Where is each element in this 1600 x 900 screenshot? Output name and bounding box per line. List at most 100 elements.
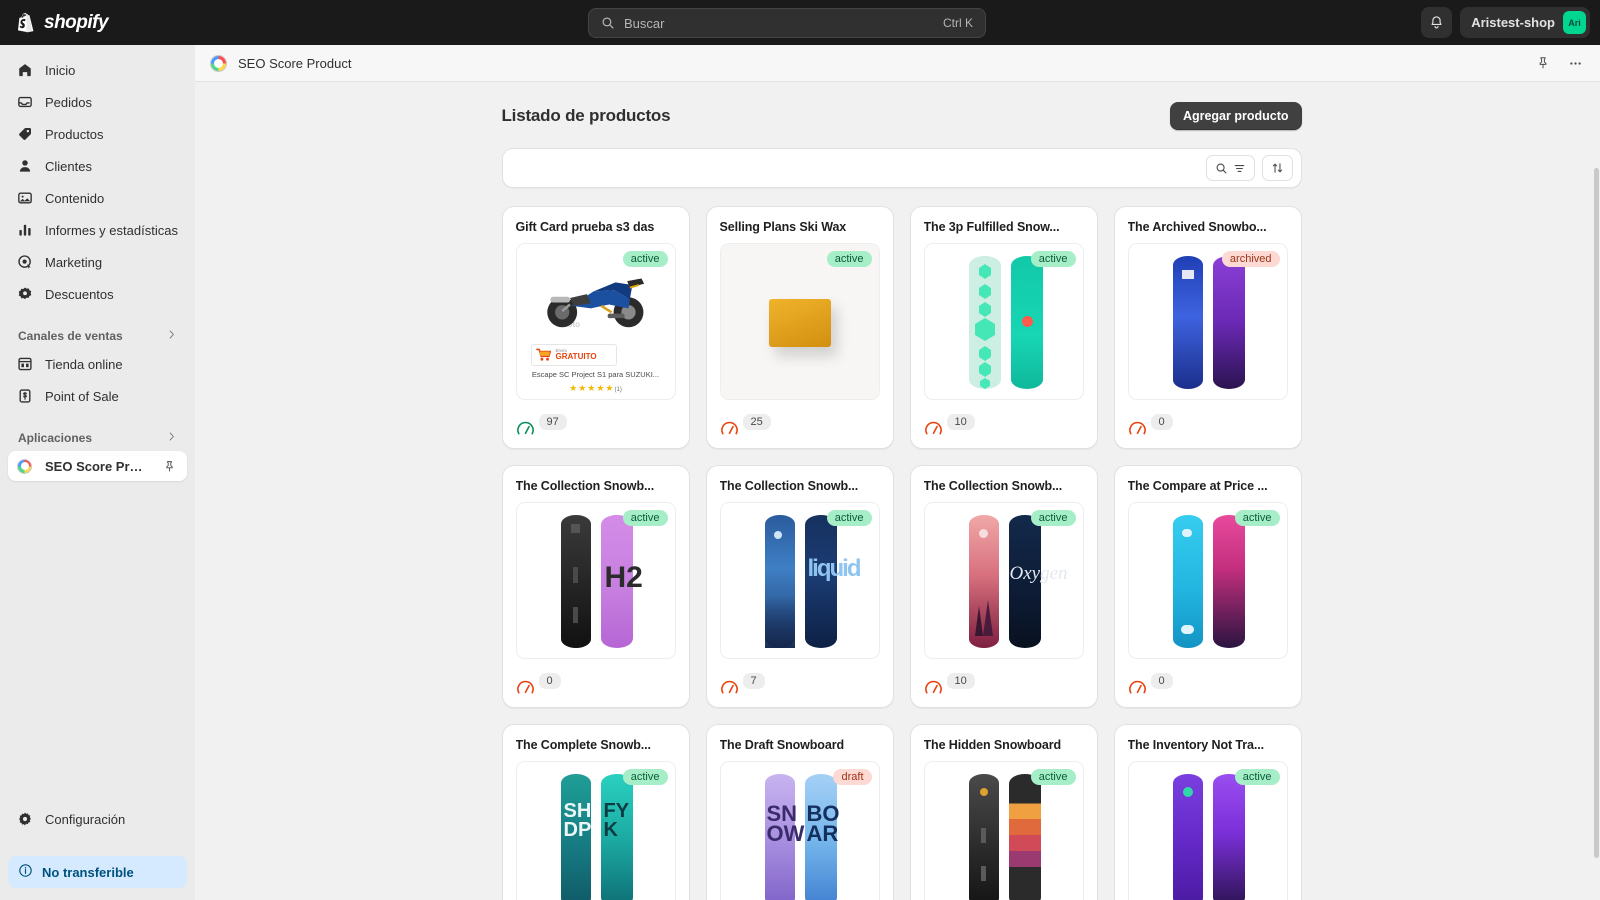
sidebar-main-nav: Inicio Pedidos Productos Clientes Conten [0, 45, 195, 481]
snowboard-left [560, 515, 591, 648]
discount-icon [16, 286, 33, 303]
gauge-icon [1128, 680, 1146, 694]
seo-score: 7 [720, 671, 880, 697]
product-title: Gift Card prueba s3 das [515, 220, 655, 234]
sidebar-item-contenido[interactable]: Contenido [8, 183, 187, 213]
seo-score: 25 [720, 412, 880, 438]
status-badge: active [622, 510, 668, 526]
filter-bar [501, 148, 1302, 188]
product-card[interactable]: The Complete Snowb... active SH DP FY K [501, 724, 690, 900]
store-name: Aristest-shop [1471, 15, 1555, 30]
account-button[interactable]: Aristest-shop Ari [1460, 7, 1590, 38]
gauge-icon [924, 421, 942, 435]
product-caption: Escape SC Project S1 para SUZUKI... [531, 370, 660, 379]
sidebar-item-descuentos[interactable]: Descuentos [8, 279, 187, 309]
sidebar-item-label: Configuración [45, 811, 126, 827]
avatar: Ari [1563, 11, 1586, 34]
sidebar-item-marketing[interactable]: Marketing [8, 247, 187, 277]
product-card[interactable]: The Collection Snowb... active liquid 7 [705, 465, 894, 708]
notifications-button[interactable] [1421, 7, 1453, 38]
snowboard-right [1212, 515, 1245, 648]
status-badge: active [826, 251, 872, 267]
more-horizontal-icon[interactable] [1564, 52, 1586, 74]
search-filter-button[interactable] [1205, 155, 1255, 181]
product-card[interactable]: The Collection Snowb... active H2 0 [501, 465, 690, 708]
search-icon [1216, 163, 1226, 173]
main-content: Listado de productos Agregar producto Gi… [195, 82, 1600, 900]
gauge-icon [1128, 421, 1146, 435]
sidebar-item-label: Point of Sale [45, 388, 119, 404]
gear-icon [16, 811, 33, 828]
product-card[interactable]: Selling Plans Ski Wax active 25 [705, 206, 894, 449]
product-card[interactable]: The Archived Snowbo... archived 0 [1113, 206, 1302, 449]
app-gauge-icon [210, 54, 227, 72]
product-title: The Hidden Snowboard [923, 738, 1062, 752]
home-icon [16, 62, 33, 79]
sidebar-item-label: Descuentos [45, 286, 114, 302]
product-image: active [719, 243, 880, 400]
bell-icon [1431, 16, 1442, 29]
seo-score: 0 [516, 671, 676, 697]
product-card[interactable]: The Collection Snowb... active Oxygen 10 [909, 465, 1098, 708]
sidebar-section-label: Canales de ventas [18, 329, 123, 343]
rating-stars: ★★★★★(1) [569, 383, 622, 393]
gauge-icon [924, 680, 942, 694]
snowboard-left: SN OW [764, 774, 804, 900]
shopify-logo[interactable]: shopify [16, 12, 109, 34]
global-search-bar[interactable]: Buscar Ctrl K [588, 8, 986, 38]
top-bar: shopify Buscar Ctrl K Aristest-shop Ari [0, 0, 1600, 45]
product-card[interactable]: The Compare at Price ... active 0 [1113, 465, 1302, 708]
sidebar-item-tienda-online[interactable]: Tienda online [8, 349, 187, 379]
top-bar-right: Aristest-shop Ari [1421, 7, 1590, 38]
seo-score: 10 [924, 671, 1084, 697]
sidebar-item-informes[interactable]: Informes y estadísticas [8, 215, 187, 245]
gauge-icon [720, 421, 738, 435]
status-badge: draft [833, 769, 872, 785]
snowboard-right: Oxygen [1008, 515, 1068, 648]
product-card[interactable]: The 3p Fulfilled Snow... active 10 [909, 206, 1098, 449]
snowboard-left [1172, 774, 1203, 900]
ski-wax-block [768, 299, 831, 347]
score-value: 0 [538, 673, 561, 689]
scrollbar[interactable] [1594, 168, 1599, 858]
add-product-button[interactable]: Agregar producto [1169, 102, 1302, 130]
sidebar-item-seo-score-product[interactable]: SEO Score Product [8, 451, 187, 481]
pin-icon[interactable] [1532, 52, 1554, 74]
sidebar-item-pedidos[interactable]: Pedidos [8, 87, 187, 117]
score-value: 97 [538, 414, 567, 430]
sidebar-section-apps[interactable]: Aplicaciones [8, 425, 187, 451]
product-title: The Archived Snowbo... [1127, 220, 1267, 234]
shopify-bag-icon [18, 12, 34, 33]
status-badge-no-transferible[interactable]: No transferible [8, 856, 187, 888]
product-card[interactable]: The Inventory Not Tra... active [1113, 724, 1302, 900]
product-image: active SH DP FY K [515, 761, 676, 900]
sidebar-item-productos[interactable]: Productos [8, 119, 187, 149]
app-header: SEO Score Product [195, 45, 1600, 82]
sidebar-item-point-of-sale[interactable]: Point of Sale [8, 381, 187, 411]
seo-score: 0 [1128, 412, 1288, 438]
sidebar-section-sales-channels[interactable]: Canales de ventas [8, 323, 187, 349]
product-title: The Inventory Not Tra... [1127, 738, 1265, 752]
sidebar: Inicio Pedidos Productos Clientes Conten [0, 45, 195, 900]
product-card[interactable]: Gift Card prueba s3 das active moto Enví… [501, 206, 690, 449]
product-title: Selling Plans Ski Wax [719, 220, 847, 234]
sidebar-item-label: Contenido [45, 190, 105, 206]
product-card[interactable]: The Draft Snowboard draft SN OW BO AR [705, 724, 894, 900]
product-title: The Collection Snowb... [515, 479, 655, 493]
sidebar-item-clientes[interactable]: Clientes [8, 151, 187, 181]
score-value: 0 [1150, 673, 1173, 689]
snowboard-right: liquid [804, 515, 861, 648]
sidebar-item-label: Pedidos [45, 94, 92, 110]
sidebar-item-configuracion[interactable]: Configuración [8, 804, 187, 834]
pin-icon[interactable] [159, 456, 179, 476]
seo-score: 10 [924, 412, 1084, 438]
sort-button[interactable] [1261, 155, 1293, 181]
target-icon [16, 254, 33, 271]
sidebar-section-label: Aplicaciones [18, 431, 93, 445]
sidebar-item-inicio[interactable]: Inicio [8, 55, 187, 85]
product-card[interactable]: The Hidden Snowboard active [909, 724, 1098, 900]
product-title: The Collection Snowb... [923, 479, 1063, 493]
product-image: active [923, 761, 1084, 900]
status-badge: active [1234, 769, 1280, 785]
seo-score: 0 [1128, 671, 1288, 697]
